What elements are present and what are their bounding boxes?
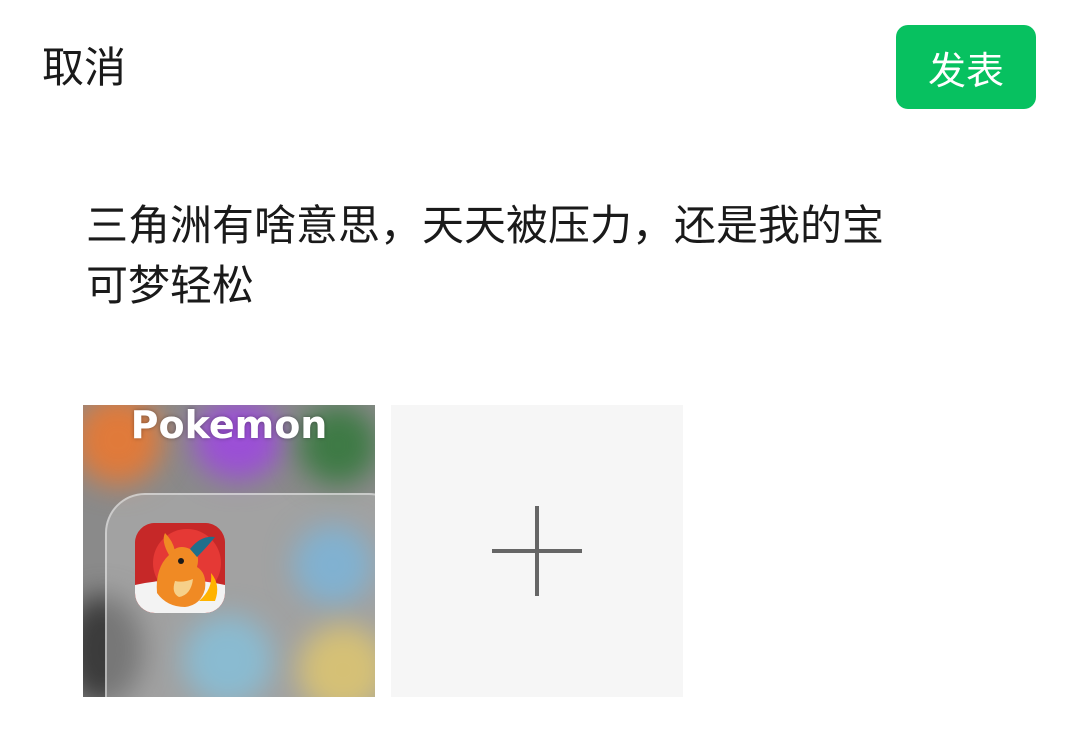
- image-thumbnail[interactable]: Pokemon: [83, 405, 375, 697]
- post-text[interactable]: 三角洲有啥意思，天天被压力，还是我的宝 可梦轻松: [86, 196, 986, 316]
- pokemon-app-icon: [135, 523, 225, 613]
- cancel-button[interactable]: 取消: [42, 40, 126, 96]
- thumbnail-label: Pokemon: [130, 405, 328, 447]
- add-image-button[interactable]: [391, 405, 683, 697]
- plus-icon: [492, 506, 582, 596]
- publish-button[interactable]: 发表: [896, 25, 1036, 109]
